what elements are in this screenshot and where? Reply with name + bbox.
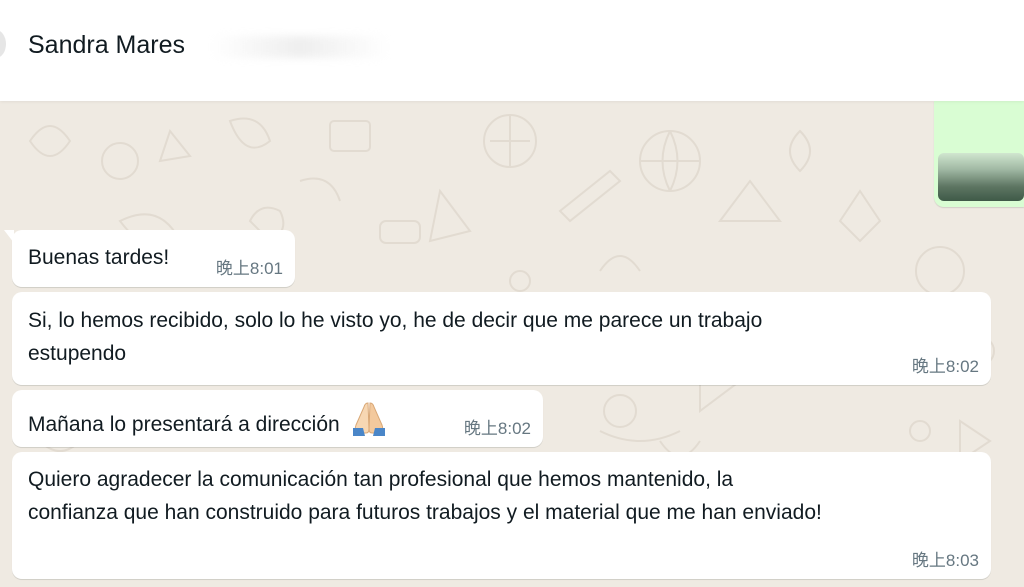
chat-header: Sandra Mares [0, 0, 1024, 101]
message-text: Si, lo hemos recibido, solo lo he visto … [28, 309, 763, 365]
contact-status-redacted [210, 36, 390, 58]
incoming-message[interactable]: Si, lo hemos recibido, solo lo he visto … [12, 292, 991, 385]
message-time: 晚上8:01 [215, 259, 283, 278]
contact-name[interactable]: Sandra Mares [28, 30, 185, 60]
sent-image-thumbnail[interactable] [938, 153, 1024, 201]
folded-hands-icon [350, 401, 388, 447]
message-text: Quiero agradecer la comunicación tan pro… [28, 468, 822, 524]
bubble-tail [4, 230, 14, 243]
message-text: Mañana lo presentará a dirección [28, 413, 340, 436]
contact-avatar[interactable] [0, 30, 6, 58]
message-time: 晚上8:03 [911, 551, 979, 570]
incoming-message[interactable]: Buenas tardes! 晚上8:01 [4, 230, 295, 287]
message-list[interactable]: Buenas tardes! 晚上8:01 Si, lo hemos recib… [0, 101, 1024, 587]
incoming-message[interactable]: Quiero agradecer la comunicación tan pro… [12, 452, 991, 579]
incoming-message[interactable]: Mañana lo presentará a dirección 晚上8:02 [12, 390, 543, 447]
message-time: 晚上8:02 [911, 357, 979, 376]
message-text: Buenas tardes! [28, 246, 170, 269]
message-time: 晚上8:02 [463, 419, 531, 438]
sent-image-message[interactable] [934, 101, 1024, 207]
